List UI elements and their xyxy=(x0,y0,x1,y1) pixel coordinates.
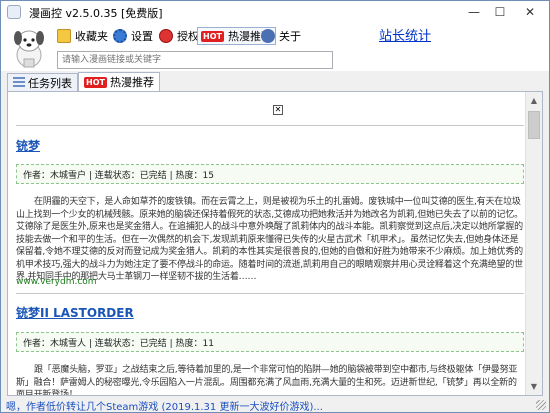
item-description: 跟「恶魔头脑，罗亚」之战结束之后,等待着加里的,是一个非常可怕的陷阱—她的脑袋被… xyxy=(16,365,518,396)
window-title: 漫画控 v2.5.0.35 [免费版] xyxy=(29,7,163,20)
app-icon xyxy=(7,5,21,19)
gear-icon xyxy=(113,29,127,43)
authorize-label: 授权 xyxy=(177,30,199,43)
scroll-down-arrow-icon[interactable]: ▼ xyxy=(526,378,542,395)
settings-button[interactable]: 设置 xyxy=(113,27,153,45)
status-bar: 嗯，作者低价转让几个Steam游戏 (2019.1.31 更新一大波好价游戏).… xyxy=(2,396,548,412)
info-icon xyxy=(261,29,275,43)
divider xyxy=(16,125,524,126)
tab-hot-recommend[interactable]: HOT 热漫推荐 xyxy=(78,72,160,91)
tab-task-list-label: 任务列表 xyxy=(28,76,72,90)
divider xyxy=(16,293,524,294)
minimize-button[interactable]: — xyxy=(461,2,487,21)
resize-grip-icon[interactable] xyxy=(536,400,546,410)
item-description: 在阴霾的天空下，是人命如草芥的废铁镇。而在云霄之上，则是被视为乐土的扎雷姆。废铁… xyxy=(16,197,523,282)
app-window: 漫画控 v2.5.0.35 [免费版] — ☐ ✕ 收藏夹 设置 授权 HOT … xyxy=(0,0,550,413)
authorize-button[interactable]: 授权 xyxy=(159,27,199,45)
status-text[interactable]: 嗯，作者低价转让几个Steam游戏 (2019.1.31 更新一大波好价游戏).… xyxy=(6,402,323,412)
list-icon xyxy=(13,77,25,88)
item-info: 作者：木城雪人 | 连载状态：已完结 | 热度：11 xyxy=(16,332,524,352)
recommend-panel[interactable]: ✕ 铳梦 作者：木城雪户 | 连载状态：已完结 | 热度：15 在阴霾的天空下，… xyxy=(7,91,543,396)
scroll-up-arrow-icon[interactable]: ▲ xyxy=(526,92,542,109)
favorites-label: 收藏夹 xyxy=(75,30,108,43)
tab-strip: 任务列表 HOT 热漫推荐 xyxy=(7,72,160,91)
authorize-icon xyxy=(159,29,173,43)
broken-image-icon: ✕ xyxy=(273,105,283,115)
item-title[interactable]: 铳梦 xyxy=(16,137,40,154)
vertical-scrollbar[interactable]: ▲ ▼ xyxy=(525,92,542,395)
stats-link[interactable]: 站长统计 xyxy=(379,25,431,44)
tab-task-list[interactable]: 任务列表 xyxy=(7,73,78,91)
mascot-logo-icon xyxy=(14,30,44,68)
favorites-button[interactable]: 收藏夹 xyxy=(57,27,108,45)
close-button[interactable]: ✕ xyxy=(513,2,547,21)
maximize-button[interactable]: ☐ xyxy=(487,2,513,21)
item-title[interactable]: 铳梦II LASTORDER xyxy=(16,304,134,321)
about-label: 关于 xyxy=(279,30,301,43)
item-source-link[interactable]: www.verydm.com xyxy=(16,277,97,287)
search-input[interactable] xyxy=(57,51,333,69)
settings-label: 设置 xyxy=(131,30,153,43)
scroll-thumb[interactable] xyxy=(528,111,540,139)
hot-badge-icon: HOT xyxy=(201,30,224,42)
item-info: 作者：木城雪户 | 连载状态：已完结 | 热度：15 xyxy=(16,164,524,184)
tab-hot-recommend-label: 热漫推荐 xyxy=(109,76,154,89)
hot-badge-icon: HOT xyxy=(84,76,107,88)
about-button[interactable]: 关于 xyxy=(261,27,301,45)
toolbar: 收藏夹 设置 授权 HOT 热漫推荐 关于 站长统计 xyxy=(1,23,549,71)
title-bar[interactable]: 漫画控 v2.5.0.35 [免费版] — ☐ ✕ xyxy=(1,1,549,23)
folder-star-icon xyxy=(57,29,71,43)
